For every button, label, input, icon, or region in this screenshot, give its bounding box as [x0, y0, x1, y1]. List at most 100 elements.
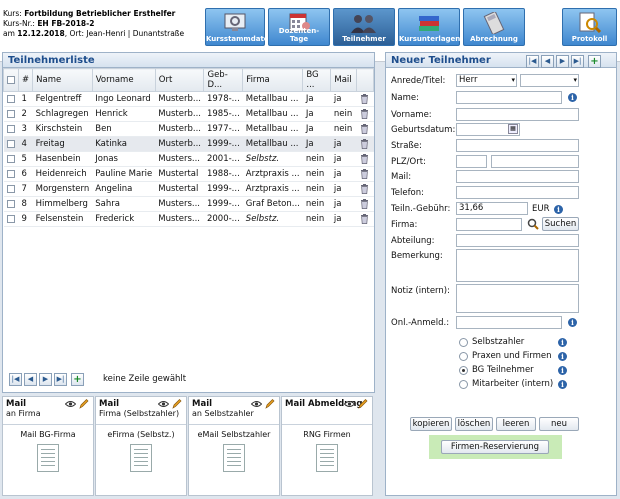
nav-abrechnung[interactable]: Abrechnung	[463, 8, 525, 46]
column-header[interactable]: Mail	[330, 68, 358, 92]
bemerkung-textarea[interactable]	[456, 249, 579, 282]
radio-button[interactable]	[459, 352, 468, 361]
mail-template-document-name[interactable]: Mail BG-Firma	[3, 430, 93, 439]
info-icon[interactable]: i	[558, 380, 567, 389]
document-icon[interactable]	[316, 444, 338, 472]
info-icon[interactable]: i	[558, 352, 567, 361]
row-checkbox[interactable]	[6, 139, 15, 148]
next-page-button[interactable]: ▶	[39, 373, 52, 386]
form-prev-button[interactable]: ◀	[541, 55, 554, 68]
add-row-button[interactable]: +	[71, 373, 84, 386]
table-row[interactable]: 7 Morgenstern Angelina Mustertal 1999-... Arz…	[3, 181, 374, 197]
radio-label[interactable]: Mitarbeiter (intern)	[472, 379, 553, 389]
onl-anmeld-info-icon[interactable]: i	[568, 318, 577, 327]
nav-protokoll[interactable]: Protokoll	[562, 8, 617, 46]
row-checkbox[interactable]	[6, 199, 15, 208]
radio-button[interactable]	[459, 366, 468, 375]
neu-button[interactable]: neu	[539, 417, 579, 431]
loeschen-button[interactable]: löschen	[455, 417, 493, 431]
trash-icon[interactable]	[360, 153, 369, 164]
document-icon[interactable]	[37, 444, 59, 472]
info-icon[interactable]: i	[558, 338, 567, 347]
row-checkbox[interactable]	[6, 154, 15, 163]
table-row[interactable]: 6 Heidenreich Pauline Marie Mustertal 1988-.…	[3, 166, 374, 182]
eye-icon[interactable]	[344, 400, 355, 408]
row-checkbox[interactable]	[6, 214, 15, 223]
suchen-button[interactable]: Suchen	[542, 217, 579, 231]
strasse-input[interactable]	[456, 139, 579, 152]
trash-icon[interactable]	[360, 183, 369, 194]
kopieren-button[interactable]: kopieren	[410, 417, 452, 431]
pencil-icon[interactable]	[172, 398, 182, 409]
name-info-icon[interactable]: i	[568, 93, 577, 102]
nav-dozenten-tage[interactable]: Dozenten- Tage	[268, 8, 330, 46]
name-input[interactable]	[456, 91, 562, 104]
eye-icon[interactable]	[158, 400, 169, 408]
anrede-select[interactable]: Herr ▾	[456, 74, 517, 87]
mail-template-document-name[interactable]: eMail Selbstzahler	[189, 430, 279, 439]
pencil-icon[interactable]	[265, 398, 275, 409]
column-header[interactable]: #	[17, 68, 34, 92]
plz-input[interactable]	[456, 155, 487, 168]
document-icon[interactable]	[130, 444, 152, 472]
trash-icon[interactable]	[360, 138, 369, 149]
radio-button[interactable]	[459, 380, 468, 389]
radio-button[interactable]	[459, 338, 468, 347]
column-header[interactable]: BG ...	[302, 68, 332, 92]
nav-kursunterlagen[interactable]: Kursunterlagen	[398, 8, 460, 46]
trash-icon[interactable]	[360, 93, 369, 104]
pencil-icon[interactable]	[79, 398, 89, 409]
table-row[interactable]: 5 Hasenbein Jonas Musters... 2001-... Selbstz…	[3, 151, 374, 167]
calendar-icon[interactable]: ▦	[508, 124, 518, 134]
column-header[interactable]: Geb-D...	[203, 68, 244, 92]
form-next-button[interactable]: ▶	[556, 55, 569, 68]
titel-select[interactable]: ▾	[520, 74, 579, 87]
mail-template-document-name[interactable]: RNG Firmen	[282, 430, 372, 439]
telefon-input[interactable]	[456, 186, 579, 199]
eye-icon[interactable]	[251, 400, 262, 408]
column-header[interactable]: Vorname	[91, 68, 156, 92]
radio-label[interactable]: Selbstzahler	[472, 337, 524, 347]
radio-label[interactable]: BG Teilnehmer	[472, 365, 534, 375]
info-icon[interactable]: i	[558, 366, 567, 375]
prev-page-button[interactable]: ◀	[24, 373, 37, 386]
document-icon[interactable]	[223, 444, 245, 472]
onl-anmeld-input[interactable]	[456, 316, 562, 329]
search-icon[interactable]	[527, 218, 539, 230]
table-row[interactable]: 4 Freitag Katinka Musterb... 1999-... Metallb…	[3, 136, 374, 152]
trash-icon[interactable]	[360, 123, 369, 134]
nav-teilnehmer[interactable]: Teilnehmer	[333, 8, 395, 46]
mail-template-document-name[interactable]: eFirma (Selbstz.)	[96, 430, 186, 439]
firma-input[interactable]	[456, 218, 522, 231]
nav-kursstammdaten[interactable]: Kursstammdaten	[205, 8, 274, 46]
notiz-textarea[interactable]	[456, 284, 579, 313]
row-checkbox[interactable]	[6, 169, 15, 178]
row-checkbox[interactable]	[6, 184, 15, 193]
vorname-input[interactable]	[456, 108, 579, 121]
eye-icon[interactable]	[65, 400, 76, 408]
trash-icon[interactable]	[360, 213, 369, 224]
radio-label[interactable]: Praxen und Firmen	[472, 351, 552, 361]
table-row[interactable]: 1 Felgentreff Ingo Leonard Musterb... 1978-.…	[3, 91, 374, 107]
form-last-button[interactable]: ▶|	[571, 55, 584, 68]
table-row[interactable]: 2 Schlagregen Henrick Musterb... 1985-... Met…	[3, 106, 374, 122]
ort-input[interactable]	[491, 155, 579, 168]
pencil-icon[interactable]	[358, 398, 368, 409]
last-page-button[interactable]: ▶|	[54, 373, 67, 386]
firmen-reservierung-button[interactable]: Firmen-Reservierung	[441, 440, 549, 454]
row-checkbox[interactable]	[6, 109, 15, 118]
table-row[interactable]: 3 Kirschstein Ben Musterb... 1977-... Metallb…	[3, 121, 374, 137]
row-checkbox[interactable]	[6, 94, 15, 103]
gebuehr-info-icon[interactable]: i	[554, 205, 563, 214]
first-page-button[interactable]: |◀	[9, 373, 22, 386]
select-all-checkbox[interactable]	[7, 75, 15, 84]
trash-icon[interactable]	[360, 168, 369, 179]
select-all-header[interactable]	[3, 68, 19, 92]
column-header[interactable]: Name	[32, 68, 93, 92]
column-header[interactable]: Firma	[242, 68, 304, 92]
leeren-button[interactable]: leeren	[496, 417, 536, 431]
table-row[interactable]: 9 Felsenstein Frederick Musters... 2000-... S…	[3, 211, 374, 227]
table-row[interactable]: 8 Himmelberg Sahra Musters... 1999-... Graf B…	[3, 196, 374, 212]
gebuehr-input[interactable]: 31,66	[456, 202, 528, 215]
abteilung-input[interactable]	[456, 234, 579, 247]
